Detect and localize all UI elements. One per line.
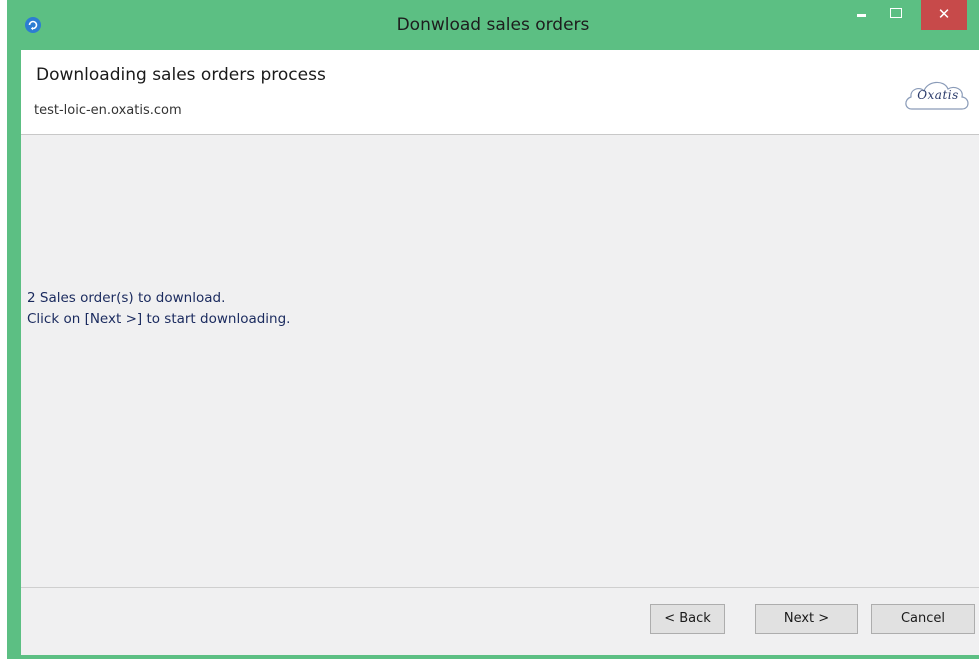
back-button[interactable]: < Back xyxy=(650,604,725,634)
site-url: test-loic-en.oxatis.com xyxy=(34,103,182,118)
minimize-icon xyxy=(857,14,866,17)
wizard-client-area: Downloading sales orders process test-lo… xyxy=(21,50,979,655)
wizard-window: Donwload sales orders ✕ Downloading sale… xyxy=(7,0,979,659)
title-bar[interactable]: Donwload sales orders ✕ xyxy=(7,0,979,50)
maximize-icon xyxy=(890,8,902,18)
wizard-header: Downloading sales orders process test-lo… xyxy=(21,50,979,135)
window-controls: ✕ xyxy=(847,0,967,34)
cancel-button[interactable]: Cancel xyxy=(871,604,975,634)
logo-text: Oxatis xyxy=(917,88,959,102)
oxatis-logo: Oxatis xyxy=(902,75,974,115)
footer-divider xyxy=(21,587,979,588)
close-icon: ✕ xyxy=(937,5,951,23)
orders-count-text: 2 Sales order(s) to download. xyxy=(27,290,226,306)
next-button[interactable]: Next > xyxy=(755,604,858,634)
maximize-button[interactable] xyxy=(881,0,911,30)
next-instruction-text: Click on [Next >] to start downloading. xyxy=(27,311,291,327)
minimize-button[interactable] xyxy=(847,0,877,30)
close-button[interactable]: ✕ xyxy=(921,0,967,30)
instructions: 2 Sales order(s) to download. Click on [… xyxy=(27,288,290,330)
page-title: Downloading sales orders process xyxy=(36,65,326,85)
window-title: Donwload sales orders xyxy=(396,15,590,35)
